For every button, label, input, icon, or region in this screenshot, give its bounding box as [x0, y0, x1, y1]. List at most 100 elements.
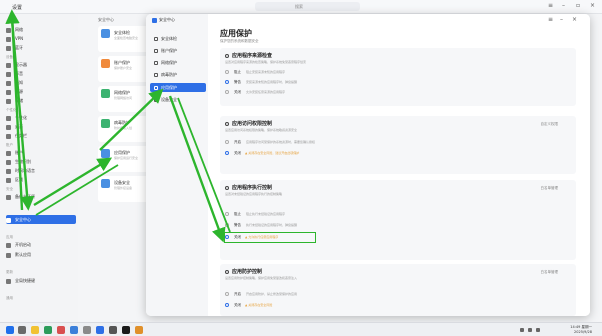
option-block[interactable]: 阻止 阻止执行未经验证的应用程序 — [225, 210, 571, 219]
defense-icon — [225, 269, 229, 274]
close-icon[interactable]: × — [572, 17, 577, 23]
clock[interactable]: 14:49 星期一 2025/9/28 — [570, 325, 592, 334]
radio-icon[interactable] — [225, 140, 229, 144]
vpn-icon — [6, 36, 11, 42]
sidebar-item-region[interactable]: 区域 — [6, 175, 76, 184]
custom-permission-link[interactable]: 自定义权限 — [541, 122, 559, 127]
dialog-nav-virus-protection[interactable]: 病毒防护 — [150, 70, 206, 79]
radio-selected-icon[interactable] — [225, 303, 229, 307]
sidebar-item-account[interactable]: 账户 — [6, 148, 76, 157]
camera-icon[interactable] — [122, 326, 130, 334]
terminal-icon[interactable] — [109, 326, 117, 334]
card-virus-protection[interactable]: 病毒防护 防护病毒入侵 — [98, 116, 150, 142]
menu-icon[interactable]: ≡ — [548, 3, 553, 9]
section-exec-control: 应用程序执行控制 设置对未经验证的应用程序执行的控制策略 白名单管理 阻止 阻止执… — [220, 180, 576, 260]
check-icon — [101, 29, 110, 38]
section-source-check: 应用程序来源检查 设置对应用程序来源的检查策略，保护系统免受恶意程序侵害 阻止阻… — [220, 48, 576, 106]
minimize-icon[interactable]: – — [562, 3, 565, 9]
default-app-icon — [6, 252, 11, 258]
section-app-defense: 应用防护控制 设置应用防护控制策略，保护应用免受篡改和恶意注入 白名单管理 开启… — [220, 264, 576, 316]
launcher-icon[interactable] — [6, 326, 14, 334]
exec-control-icon — [225, 185, 229, 190]
radio-icon[interactable] — [225, 212, 229, 216]
sidebar-item-default-apps[interactable]: 默认应用 — [6, 250, 76, 259]
sidebar-item-sound[interactable]: 声音 — [6, 69, 76, 78]
warning-text: ▲ 关闭存在安全风险 — [245, 303, 273, 307]
radio-icon[interactable] — [225, 70, 229, 74]
dialog-main: ≡ – × 应用保护 保护您的系统和数据安全 应用程序来源检查 设置对应用程序来… — [208, 14, 590, 316]
browser-icon[interactable] — [44, 326, 52, 334]
option-on[interactable]: 开启 应用程序访问受保护的系统资源时，需要您确认授权 — [225, 138, 571, 147]
taskbar-icon — [6, 133, 11, 139]
account-icon — [6, 150, 11, 156]
sidebar-item-biometric[interactable]: 生物识别 — [6, 157, 76, 166]
sidebar-item-storage[interactable]: 存储 — [6, 96, 76, 105]
option-off[interactable]: 关闭 允许安装任意来源的应用程序 — [225, 88, 571, 97]
card-account-protection[interactable]: 账户保护 保护账户安全 — [98, 56, 150, 82]
section-desc: 设置对未经验证的应用程序执行的控制策略 — [225, 192, 283, 196]
card-network-protection[interactable]: 网络保护 管理网络访问 — [98, 86, 150, 112]
sidebar-item-vpn[interactable]: VPN — [6, 34, 76, 43]
settings-titlebar: 设置 搜索 ≡ – ▫ × — [0, 0, 602, 14]
sidebar-item-personalize[interactable]: 个性化 — [6, 113, 76, 122]
minimize-icon[interactable]: – — [560, 17, 563, 23]
option-on[interactable]: 开启 开启应用防护，禁止修改受保护的应用 — [225, 290, 571, 299]
option-off[interactable]: 关闭 ▲ 关闭存在安全风险，建议开启此项保护 — [225, 149, 571, 158]
sidebar-item-shortcuts[interactable]: 全局快捷键 — [6, 276, 76, 285]
radio-icon[interactable] — [225, 90, 229, 94]
network-tray-icon[interactable] — [520, 328, 524, 332]
sidebar-item-notification[interactable]: 通知 — [6, 78, 76, 87]
dialog-nav-security-check[interactable]: 安全体检 — [150, 34, 206, 43]
settings-search-input[interactable]: 搜索 — [255, 2, 360, 11]
maximize-icon[interactable]: ▫ — [576, 3, 580, 9]
dialog-nav-account-protection[interactable]: 账户保护 — [150, 46, 206, 55]
radio-icon[interactable] — [225, 292, 229, 296]
option-off-highlighted[interactable]: 关闭 ▲ 允许执行任意应用程序 — [224, 232, 316, 243]
section-title: 应用程序来源检查 — [225, 52, 272, 59]
settings-icon[interactable] — [83, 326, 91, 334]
app-store-icon[interactable] — [70, 326, 78, 334]
close-icon[interactable]: × — [590, 3, 595, 9]
sidebar-item-network[interactable]: 网络 — [6, 25, 76, 34]
sidebar-item-display[interactable]: 显示器 — [6, 60, 76, 69]
option-warn[interactable]: 警告 安装来源未知的应用程序时，弹窗提醒 — [225, 78, 571, 87]
warning-text: ▲ 关闭存在安全风险，建议开启此项保护 — [245, 151, 300, 155]
sidebar-item-startup[interactable]: 开机启动 — [6, 240, 76, 249]
sidebar-item-desktop[interactable]: 桌面 — [6, 122, 76, 131]
card-app-protection[interactable]: 应用保护 保护应用运行安全 — [98, 146, 150, 172]
radio-icon[interactable] — [225, 223, 229, 227]
dialog-nav-device-security[interactable]: 设备安全 — [150, 95, 206, 104]
whitelist-link[interactable]: 白名单管理 — [541, 270, 559, 275]
backup-icon — [6, 194, 11, 200]
sidebar-item-security-center[interactable]: 安全中心 — [6, 215, 76, 224]
volume-tray-icon[interactable] — [528, 328, 532, 332]
permission-icon — [225, 121, 229, 126]
sidebar-item-bluetooth[interactable]: 蓝牙 — [6, 43, 76, 52]
dialog-nav-app-protection[interactable]: 应用保护 — [150, 83, 206, 92]
music-icon[interactable] — [57, 326, 65, 334]
option-off[interactable]: 关闭 ▲ 关闭存在安全风险 — [225, 301, 571, 310]
sidebar-item-power[interactable]: 电源 — [6, 87, 76, 96]
dialog-nav-network-protection[interactable]: 网络保护 — [150, 58, 206, 67]
page-subtitle: 保护您的系统和数据安全 — [220, 39, 259, 43]
security-center-icon[interactable] — [96, 326, 104, 334]
option-warn[interactable]: 警告 执行未经验证的应用程序时，弹窗提醒 — [225, 221, 571, 230]
text-editor-icon[interactable] — [135, 326, 143, 334]
sidebar-item-taskbar[interactable]: 任务栏 — [6, 131, 76, 140]
multitask-icon[interactable] — [18, 326, 26, 334]
sidebar-item-time[interactable]: 时间和语言 — [6, 166, 76, 175]
radio-selected-icon[interactable] — [225, 151, 229, 155]
sidebar-item-backup[interactable]: 备份与还原 — [6, 192, 76, 201]
option-block[interactable]: 阻止 阻止安装来源未知的应用程序 — [225, 68, 571, 77]
virus-icon — [101, 119, 110, 128]
app-shield-icon — [154, 86, 158, 90]
menu-icon[interactable]: ≡ — [548, 17, 553, 23]
card-device-security[interactable]: 设备安全 管理外接设备 — [98, 176, 150, 202]
radio-selected-icon[interactable] — [225, 235, 229, 239]
whitelist-link[interactable]: 白名单管理 — [541, 186, 559, 191]
page-title: 应用保护 — [220, 29, 252, 38]
card-security-check[interactable]: 安全体检 全面检查电脑安全 — [98, 26, 150, 52]
radio-selected-icon[interactable] — [225, 80, 229, 84]
battery-tray-icon[interactable] — [536, 328, 540, 332]
file-manager-icon[interactable] — [31, 326, 39, 334]
